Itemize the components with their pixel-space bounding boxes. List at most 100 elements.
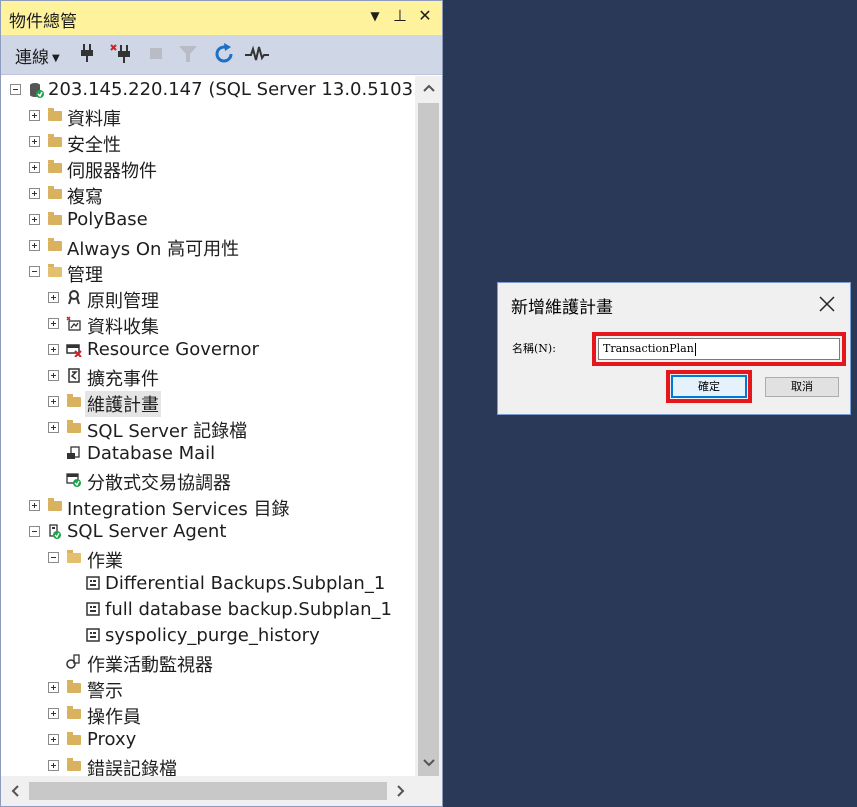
vertical-scroll-thumb[interactable]: [418, 103, 439, 781]
object-tree: 203.145.220.147 (SQL Server 13.0.5103.6 …: [1, 76, 415, 776]
scroll-down-icon[interactable]: [415, 752, 442, 776]
stop-icon[interactable]: [147, 43, 165, 67]
dialog-body: 名稱(N): TransactionPlan 確定 取消: [499, 327, 850, 414]
expand-icon[interactable]: [29, 136, 40, 147]
collapse-icon[interactable]: [29, 526, 40, 537]
expand-icon[interactable]: [29, 110, 40, 121]
folder-icon: [48, 160, 62, 173]
resource-governor-icon: [66, 342, 82, 358]
expand-icon[interactable]: [48, 760, 59, 771]
vertical-scrollbar[interactable]: [415, 76, 442, 781]
tree-node-label: Always On 高可用性: [67, 239, 240, 260]
connect-label: 連線: [15, 48, 49, 68]
folder-open-icon: [48, 264, 62, 277]
dtc-icon: [66, 472, 81, 487]
data-collection-icon: [66, 316, 81, 331]
expand-icon[interactable]: [48, 344, 59, 355]
server-icon: [28, 82, 44, 98]
expand-icon[interactable]: [29, 500, 40, 511]
collapse-icon[interactable]: [29, 266, 40, 277]
expand-icon[interactable]: [48, 682, 59, 693]
scroll-up-icon[interactable]: [415, 78, 442, 102]
dialog-title: 新增維護計畫: [511, 298, 613, 318]
tree-node-label: 操作員: [87, 707, 141, 728]
folder-icon: [48, 134, 62, 147]
name-input[interactable]: TransactionPlan: [598, 338, 840, 360]
collapse-icon[interactable]: [48, 552, 59, 563]
expand-icon[interactable]: [48, 396, 59, 407]
horizontal-scroll-thumb[interactable]: [29, 782, 387, 800]
panel-title-bar: 物件總管 ▼ ⊥ ✕: [1, 1, 442, 35]
tree-node-label: 維護計畫: [85, 391, 161, 417]
folder-icon: [67, 706, 81, 719]
folder-icon: [67, 394, 81, 407]
folder-icon: [48, 498, 62, 511]
tree-node-label: syspolicy_purge_history: [105, 625, 320, 646]
new-maintenance-plan-dialog: 新增維護計畫 名稱(N): TransactionPlan 確定 取消: [497, 282, 851, 415]
tree-node-label: 複寫: [67, 187, 103, 208]
name-input-value: TransactionPlan: [603, 342, 694, 355]
database-mail-icon: [66, 446, 81, 460]
horizontal-scrollbar[interactable]: [1, 776, 442, 806]
cancel-button[interactable]: 取消: [765, 377, 839, 397]
panel-title: 物件總管: [9, 12, 77, 32]
refresh-icon[interactable]: [212, 43, 236, 67]
tree-node-label: Differential Backups.Subplan_1: [105, 573, 386, 594]
server-label: 203.145.220.147 (SQL Server 13.0.5103.6 …: [48, 79, 415, 100]
name-label: 名稱(N):: [512, 342, 556, 355]
expand-icon[interactable]: [29, 162, 40, 173]
panel-menu-chevron-icon[interactable]: ▼: [365, 9, 385, 23]
connect-plug-icon[interactable]: [77, 43, 97, 67]
expand-icon[interactable]: [48, 708, 59, 719]
expand-icon[interactable]: [48, 734, 59, 745]
tree-node-label: 作業: [87, 551, 123, 572]
activity-monitor-icon[interactable]: [244, 43, 270, 67]
tree-node-label: SQL Server 記錄檔: [87, 421, 248, 442]
tree-node-label: SQL Server Agent: [67, 521, 227, 542]
tree-node-label: 錯誤記錄檔: [87, 759, 177, 776]
tree-node-label: PolyBase: [67, 209, 148, 230]
expand-icon[interactable]: [48, 422, 59, 433]
pin-icon[interactable]: ⊥: [390, 6, 410, 25]
tree-node-label: 伺服器物件: [67, 161, 157, 182]
panel-toolbar: 連線 ▼: [1, 35, 442, 75]
scroll-left-icon[interactable]: [3, 781, 27, 805]
folder-icon: [48, 186, 62, 199]
expand-icon[interactable]: [29, 240, 40, 251]
expand-icon[interactable]: [29, 188, 40, 199]
folder-icon: [67, 758, 81, 771]
close-panel-icon[interactable]: ✕: [415, 6, 435, 25]
job-icon: [85, 602, 100, 616]
folder-open-icon: [67, 550, 81, 563]
expand-icon[interactable]: [48, 370, 59, 381]
tree-node-label: Integration Services 目錄: [67, 499, 290, 520]
job-activity-monitor-icon: [66, 654, 81, 669]
close-icon[interactable]: [814, 291, 840, 317]
job-icon: [85, 628, 100, 642]
extended-events-icon: [66, 368, 81, 383]
policy-icon: [66, 290, 81, 305]
tree-node-label: 警示: [87, 681, 123, 702]
tree-node-label: 原則管理: [87, 291, 159, 312]
tree-node-label: 管理: [67, 265, 103, 286]
object-explorer-panel: 物件總管 ▼ ⊥ ✕ 連線 ▼ 203.145.220.147 (SQL Ser…: [0, 0, 443, 807]
tree-node-label: 安全性: [67, 135, 121, 156]
folder-icon: [67, 420, 81, 433]
disconnect-plug-icon[interactable]: [109, 43, 135, 67]
connect-button[interactable]: 連線 ▼: [15, 43, 60, 68]
collapse-icon[interactable]: [10, 84, 21, 95]
agent-icon: [47, 524, 62, 539]
tree-node-label: Database Mail: [87, 443, 216, 464]
folder-icon: [48, 108, 62, 121]
ok-button[interactable]: 確定: [671, 375, 747, 398]
tree-node-label: 作業活動監視器: [87, 655, 213, 676]
expand-icon[interactable]: [48, 318, 59, 329]
expand-icon[interactable]: [29, 214, 40, 225]
connect-dropdown-icon: ▼: [52, 52, 60, 64]
scroll-right-icon[interactable]: [389, 781, 413, 805]
folder-icon: [67, 732, 81, 745]
tree-node-label: full database backup.Subplan_1: [105, 599, 392, 620]
tree-node-label: 分散式交易協調器: [87, 473, 231, 494]
expand-icon[interactable]: [48, 292, 59, 303]
filter-icon[interactable]: [177, 43, 199, 67]
